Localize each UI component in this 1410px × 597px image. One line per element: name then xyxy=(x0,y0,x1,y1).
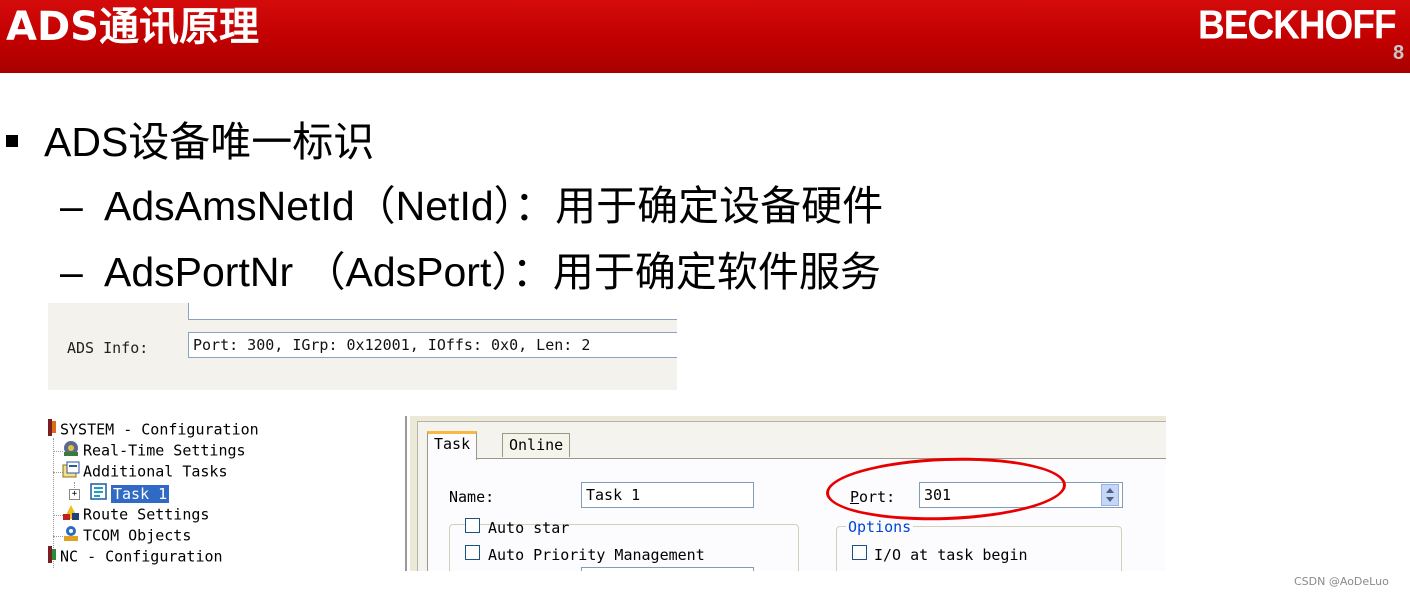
priority-field[interactable] xyxy=(581,567,754,571)
task-icon xyxy=(90,483,108,500)
tree-item-additional-tasks[interactable]: Additional Tasks xyxy=(62,461,228,482)
bullet-main-text: ADS设备唯一标识 xyxy=(44,119,375,165)
realtime-gear-icon xyxy=(62,440,80,457)
task-name-field[interactable]: Task 1 xyxy=(581,482,754,508)
bullet-sub-netid: – AdsAmsNetId（NetId）：用于确定设备硬件 xyxy=(60,172,883,232)
tree-item-tcom-objects[interactable]: TCOM Objects xyxy=(62,526,191,546)
auto-priority-checkbox[interactable] xyxy=(465,545,480,560)
ads-upper-field[interactable] xyxy=(188,303,677,320)
ads-info-label: ADS Info: xyxy=(67,339,149,357)
tree-item-nc-config[interactable]: NC - Configuration xyxy=(48,546,223,567)
slide-header-bar: ADS通讯原理 BECKHOFF xyxy=(0,0,1410,73)
tab-online[interactable]: Online xyxy=(502,433,571,457)
spin-up-icon xyxy=(1106,488,1114,493)
spin-down-icon xyxy=(1106,497,1114,502)
auto-start-label: Auto star xyxy=(488,519,570,537)
bullet-sub-port: – AdsPortNr （AdsPort）：用于确定软件服务 xyxy=(60,238,881,298)
dash-bullet: – xyxy=(60,183,83,229)
io-task-begin-label: I/O at task begin xyxy=(874,546,1028,564)
tab-task[interactable]: Task xyxy=(427,431,478,460)
tree-item-realtime[interactable]: Real-Time Settings xyxy=(62,441,246,461)
page-number: 8 xyxy=(1393,42,1405,64)
bullet-main: ADS设备唯一标识 xyxy=(6,108,374,168)
route-settings-icon xyxy=(62,504,80,521)
tcom-objects-icon xyxy=(62,525,80,542)
additional-tasks-icon xyxy=(62,461,80,478)
config-tree: SYSTEM - Configuration Real-Time Setting… xyxy=(48,416,407,571)
square-bullet-icon xyxy=(6,135,18,148)
system-config-icon xyxy=(48,419,57,436)
auto-priority-label: Auto Priority Management xyxy=(488,546,705,564)
ads-info-field[interactable]: Port: 300, IGrp: 0x12001, IOffs: 0x0, Le… xyxy=(188,332,677,358)
io-task-begin-checkbox[interactable] xyxy=(852,545,867,560)
auto-start-checkbox[interactable] xyxy=(465,518,480,533)
ads-info-panel: ADS Info: Port: 300, IGrp: 0x12001, IOff… xyxy=(48,303,677,390)
bullet-sub-text: AdsPortNr （AdsPort）：用于确定软件服务 xyxy=(104,249,881,295)
tree-item-system[interactable]: SYSTEM - Configuration xyxy=(48,419,259,440)
tree-expand-toggle[interactable]: + xyxy=(69,489,80,500)
options-group-title: Options xyxy=(846,518,914,536)
nc-config-icon xyxy=(48,546,57,563)
bullet-sub-text: AdsAmsNetId（NetId）：用于确定设备硬件 xyxy=(104,183,884,229)
csdn-watermark: CSDN @AoDeLuo xyxy=(1294,575,1389,588)
dash-bullet: – xyxy=(60,249,83,295)
name-label: Name: xyxy=(449,488,495,506)
beckhoff-logo: BECKHOFF xyxy=(1198,2,1397,48)
port-spin-button[interactable] xyxy=(1101,484,1119,506)
tree-item-route-settings[interactable]: Route Settings xyxy=(62,505,209,525)
tree-item-task-1[interactable]: Task 1 xyxy=(90,483,170,504)
slide-title: ADS通讯原理 xyxy=(6,4,259,50)
